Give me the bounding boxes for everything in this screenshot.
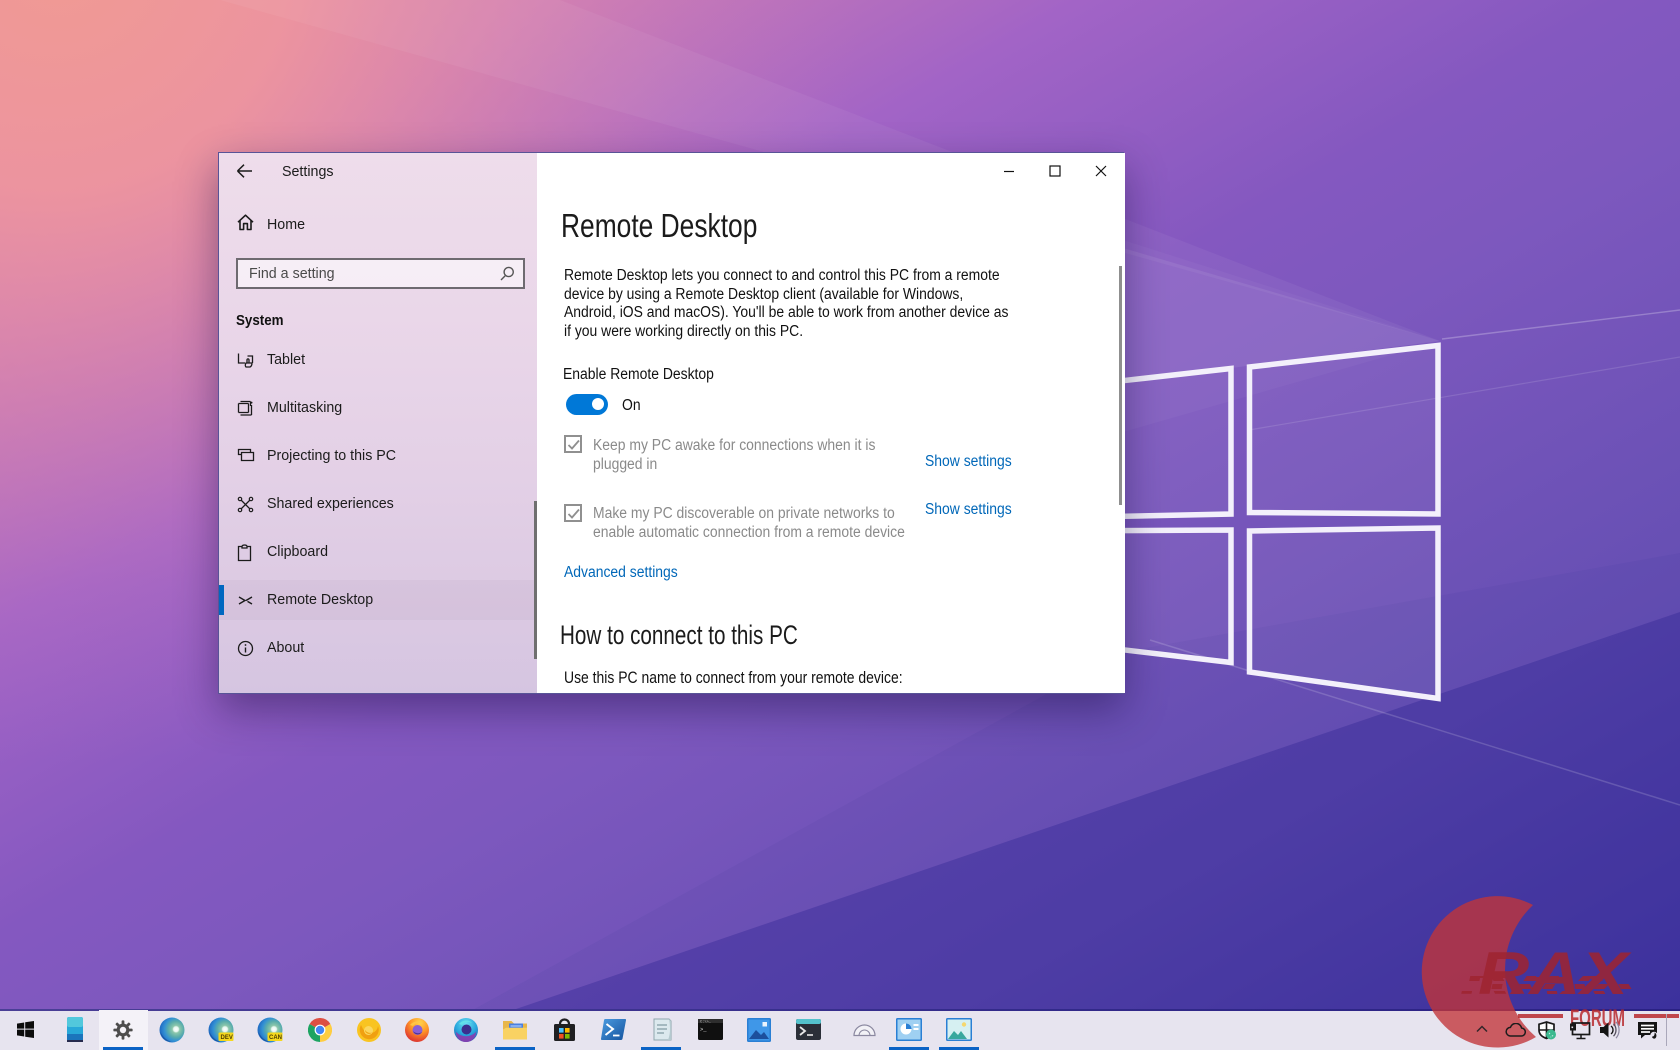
svg-text:RAX: RAX bbox=[1478, 940, 1633, 1007]
